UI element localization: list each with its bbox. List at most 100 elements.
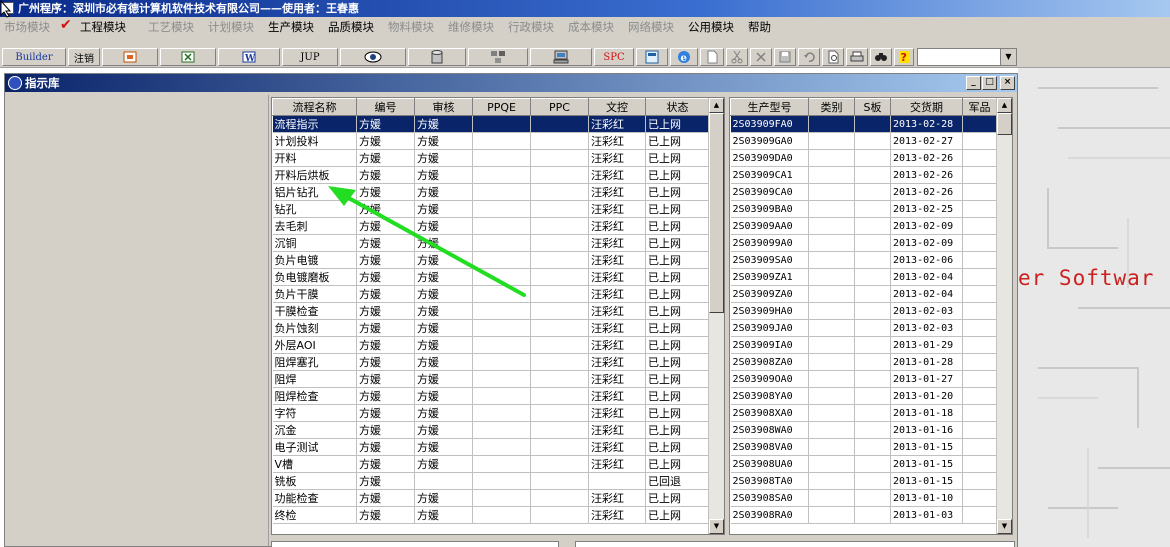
- product-cell[interactable]: [962, 302, 997, 320]
- product-cell[interactable]: [854, 421, 891, 439]
- process-cell[interactable]: 汪彩红: [588, 115, 646, 133]
- product-cell[interactable]: [808, 404, 855, 422]
- toolbar-combobox[interactable]: ▼: [917, 48, 1017, 66]
- process-cell[interactable]: [530, 251, 589, 269]
- process-cell[interactable]: 方媛: [356, 489, 415, 507]
- process-cell[interactable]: [472, 455, 531, 473]
- product-row[interactable]: 2S03908RA0 2013-01-03: [730, 506, 997, 524]
- process-cell[interactable]: 方媛: [414, 404, 473, 422]
- process-cell[interactable]: 外层AOI: [272, 336, 357, 354]
- process-row[interactable]: V槽 方媛 方媛 汪彩红 已上网: [272, 455, 710, 473]
- menu-cost[interactable]: 成本模块: [568, 19, 614, 35]
- process-cell[interactable]: [472, 234, 531, 252]
- product-row[interactable]: 2S03909DA0 2013-02-26: [730, 149, 997, 167]
- process-row[interactable]: 终检 方媛 方媛 汪彩红 已上网: [272, 506, 710, 524]
- product-cell[interactable]: 2013-01-28: [890, 353, 963, 371]
- preview-button[interactable]: [822, 48, 844, 66]
- product-cell[interactable]: 2013-01-16: [890, 421, 963, 439]
- product-cell[interactable]: 2013-01-15: [890, 438, 963, 456]
- product-cell[interactable]: 2S03909ZA0: [730, 285, 809, 303]
- process-cell[interactable]: 汪彩红: [588, 438, 646, 456]
- process-cell[interactable]: 已上网: [645, 370, 710, 388]
- product-cell[interactable]: 2S03908SA0: [730, 489, 809, 507]
- process-cell[interactable]: [472, 149, 531, 167]
- product-cell[interactable]: 2013-01-29: [890, 336, 963, 354]
- product-cell[interactable]: [962, 421, 997, 439]
- process-cell[interactable]: 方媛: [356, 183, 415, 201]
- product-cell[interactable]: 2013-02-04: [890, 285, 963, 303]
- product-cell[interactable]: 2S03909SA0: [730, 251, 809, 269]
- process-cell[interactable]: 汪彩红: [588, 506, 646, 524]
- process-column-header[interactable]: 审核: [414, 98, 473, 116]
- process-cell[interactable]: 方媛: [414, 506, 473, 524]
- product-cell[interactable]: [808, 285, 855, 303]
- process-row[interactable]: 字符 方媛 方媛 汪彩红 已上网: [272, 404, 710, 422]
- product-cell[interactable]: 2013-02-03: [890, 319, 963, 337]
- process-cell[interactable]: 已上网: [645, 489, 710, 507]
- process-cell[interactable]: 方媛: [414, 166, 473, 184]
- process-cell[interactable]: 已上网: [645, 149, 710, 167]
- product-cell[interactable]: [962, 285, 997, 303]
- product-cell[interactable]: 2013-02-28: [890, 115, 963, 133]
- product-cell[interactable]: [808, 302, 855, 320]
- product-cell[interactable]: [962, 251, 997, 269]
- product-cell[interactable]: [854, 489, 891, 507]
- process-cell[interactable]: [588, 472, 646, 490]
- process-row[interactable]: 开料 方媛 方媛 汪彩红 已上网: [272, 149, 710, 167]
- product-cell[interactable]: [808, 370, 855, 388]
- product-cell[interactable]: 2S03909GA0: [730, 132, 809, 150]
- process-cell[interactable]: [472, 200, 531, 218]
- process-cell[interactable]: [530, 234, 589, 252]
- process-cell[interactable]: [530, 200, 589, 218]
- product-cell[interactable]: 2013-02-26: [890, 149, 963, 167]
- process-cell[interactable]: [530, 455, 589, 473]
- process-cell[interactable]: 汪彩红: [588, 319, 646, 337]
- product-cell[interactable]: 2S03908RA0: [730, 506, 809, 524]
- process-cell[interactable]: 已上网: [645, 217, 710, 235]
- menu-plan[interactable]: 计划模块: [208, 19, 254, 35]
- process-cell[interactable]: 汪彩红: [588, 404, 646, 422]
- product-column-header[interactable]: 类别: [808, 98, 855, 116]
- process-row[interactable]: 铝片钻孔 方媛 方媛 汪彩红 已上网: [272, 183, 710, 201]
- product-model-grid[interactable]: 生产型号 类别 S板 交货期 军品 2S03909FA0 2013-02-28 2S0390…: [729, 97, 1013, 535]
- product-cell[interactable]: [854, 506, 891, 524]
- product-cell[interactable]: [962, 115, 997, 133]
- process-cell[interactable]: 汪彩红: [588, 370, 646, 388]
- new-doc-button[interactable]: [700, 48, 724, 66]
- product-cell[interactable]: 2S03909ZA1: [730, 268, 809, 286]
- process-cell[interactable]: 已上网: [645, 421, 710, 439]
- product-cell[interactable]: [962, 353, 997, 371]
- product-cell[interactable]: [808, 319, 855, 337]
- calculator-button[interactable]: [636, 48, 668, 66]
- product-cell[interactable]: [808, 183, 855, 201]
- process-row[interactable]: 电子测试 方媛 方媛 汪彩红 已上网: [272, 438, 710, 456]
- product-cell[interactable]: [962, 506, 997, 524]
- product-cell[interactable]: [962, 404, 997, 422]
- process-cell[interactable]: 汪彩红: [588, 132, 646, 150]
- process-column-header[interactable]: PPC: [530, 98, 589, 116]
- product-row[interactable]: 2S03908YA0 2013-01-20: [730, 387, 997, 405]
- product-column-header[interactable]: 军品: [962, 98, 997, 116]
- process-cell[interactable]: 方媛: [356, 336, 415, 354]
- product-cell[interactable]: [854, 302, 891, 320]
- product-cell[interactable]: 2S03909CA0: [730, 183, 809, 201]
- product-cell[interactable]: [808, 506, 855, 524]
- process-row[interactable]: 去毛刺 方媛 方媛 汪彩红 已上网: [272, 217, 710, 235]
- product-cell[interactable]: [854, 200, 891, 218]
- process-cell[interactable]: [530, 302, 589, 320]
- product-row[interactable]: 2S03909ZA0 2013-02-04: [730, 285, 997, 303]
- spc-button[interactable]: SPC: [594, 48, 634, 66]
- process-cell[interactable]: 方媛: [414, 489, 473, 507]
- process-cell[interactable]: 汪彩红: [588, 455, 646, 473]
- process-cell[interactable]: 方媛: [356, 421, 415, 439]
- product-cell[interactable]: [962, 234, 997, 252]
- product-row[interactable]: 2S03908SA0 2013-01-10: [730, 489, 997, 507]
- process-cell[interactable]: [530, 166, 589, 184]
- process-column-header[interactable]: 文控: [588, 98, 646, 116]
- product-cell[interactable]: [962, 132, 997, 150]
- process-cell[interactable]: [472, 421, 531, 439]
- scroll-thumb[interactable]: [709, 113, 724, 313]
- process-cell[interactable]: 方媛: [414, 353, 473, 371]
- process-cell[interactable]: 汪彩红: [588, 421, 646, 439]
- process-cell[interactable]: 已上网: [645, 200, 710, 218]
